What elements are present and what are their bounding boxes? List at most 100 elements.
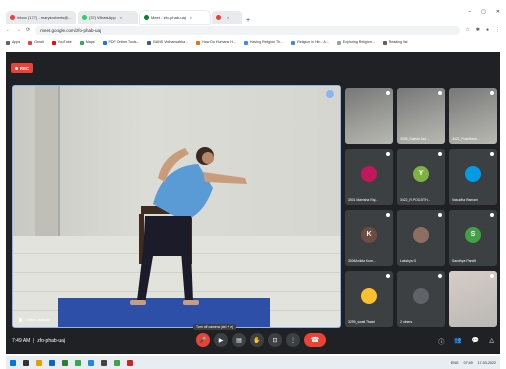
taskbar-app-icon[interactable] [75,359,81,366]
participant-tile[interactable]: 3299_swati Tiwari [345,271,393,327]
participant-tile[interactable]: Vasudha Ramani [449,149,497,205]
tab-close-icon[interactable]: × [227,15,229,20]
reload-icon[interactable]: ⟳ [26,27,30,33]
bookmark-item[interactable]: Apps [6,40,20,45]
new-tab-button[interactable]: + [246,17,250,24]
bookmark-item[interactable]: Maps [79,40,95,45]
bookmark-item[interactable]: Religion in Hin - A... [291,40,329,45]
bookmark-icon [291,40,296,45]
bookmark-item[interactable]: Gmail [28,40,44,45]
more-options-icon[interactable] [326,90,334,98]
minimize-button[interactable]: – [468,9,471,15]
close-button[interactable]: ✕ [496,9,500,15]
muted-mic-icon [490,91,494,95]
bookmark-icon [28,40,33,45]
url-field[interactable]: meet.google.com/zfo-phab-uaj [35,25,461,35]
tab-favicon-icon [82,15,87,20]
raise-hand-button[interactable]: ✋ [250,333,264,347]
recording-badge: REC [11,63,33,73]
participant-name: 3299_swati Tiwari [348,320,375,324]
others-avatar [413,287,429,304]
taskbar-app-icon[interactable] [114,359,120,366]
muted-mic-icon [386,274,390,278]
browser-tab[interactable]: Inbox (177) - marykroberts@... × [6,11,76,24]
participant-avatar [413,226,429,243]
participant-tile[interactable]: 3305_Sakshi Jad... [397,88,445,144]
mic-toggle-button[interactable]: 🎤 [196,333,210,347]
maximize-button[interactable]: ▢ [481,9,486,15]
main-video[interactable]: Chitra Jadhav [12,85,341,328]
browser-tab[interactable]: (37) WhatsApp × [78,11,138,24]
taskbar-app-icon[interactable] [62,359,68,366]
participant-avatar: S [465,226,481,243]
more-options-button[interactable]: ⋮ [286,333,300,347]
tab-close-icon[interactable]: × [190,15,192,20]
participant-tile[interactable]: S Sandhya Pandit [449,210,497,266]
profile-icon[interactable]: ● [486,27,489,33]
bookmark-icon [79,40,84,45]
taskbar-app-icon[interactable] [49,359,55,366]
end-call-button[interactable]: ☎ [304,333,326,347]
participant-tile[interactable]: 2 others [397,271,445,327]
participant-name: Sandhya Pandit [452,259,476,263]
participant-tile[interactable]: Y 3422_R.POOJITH... [397,149,445,205]
browser-tab[interactable]: Meet - zfo-phab-uaj × [140,11,210,24]
menu-icon[interactable]: ⋮ [495,27,500,33]
meet-window: REC Chitra Jadhav 3305_Sakshi Jad... 342… [6,52,500,354]
participant-avatar: Y [413,165,429,182]
meeting-controls-bar: 7:49 AM | zfo-phab-uaj Turn off camera (… [6,324,500,354]
forward-icon[interactable]: → [16,27,21,33]
system-tray: ENG 07:49 17-03-2022 [450,360,496,365]
participant-name: Lakshya G [400,259,417,263]
participant-tile[interactable]: K 3006Ankita Kum... [345,210,393,266]
participant-grid: 3305_Sakshi Jad... 3422_Rushikesh... 3001 … [345,88,497,328]
bookmark-item[interactable]: Reading list [382,40,408,45]
bookmark-icon [6,40,10,45]
taskbar-app-icon[interactable] [88,359,94,366]
taskbar-app-icon[interactable] [23,359,29,366]
call-controls: 🎤 ▶ ▤ ✋ ⊡ ⋮ ☎ [196,333,326,347]
taskbar-app-icon[interactable] [127,359,133,366]
instructor-figure [130,147,247,305]
camera-toggle-button[interactable]: ▶ [214,333,228,347]
info-icon[interactable]: ⓘ [438,337,444,346]
browser-tab[interactable]: × [212,11,242,24]
tab-favicon-icon [144,15,149,20]
tab-favicon-icon [216,15,221,20]
bookmark-item[interactable]: Having Religion Th... [243,40,283,45]
bookmark-icon [51,40,56,45]
bookmark-item[interactable]: Exploring Religion... [336,40,375,45]
participant-name: Vasudha Ramani [452,198,478,202]
present-button[interactable]: ⊡ [268,333,282,347]
participant-avatar [361,165,377,182]
people-icon[interactable]: 👥 [454,337,461,346]
chat-icon[interactable]: 💬 [472,337,479,346]
tab-close-icon[interactable]: × [120,15,122,20]
muted-mic-icon [386,91,390,95]
taskbar-app-icon[interactable] [10,359,16,366]
back-icon[interactable]: ← [6,27,11,33]
muted-mic-icon [438,274,442,278]
participant-avatar [465,165,481,182]
participant-tile[interactable] [449,271,497,327]
bookmark-item[interactable]: How Do Humans H... [196,40,236,45]
participant-tile[interactable]: 3422_Rushikesh... [449,88,497,144]
participant-name: 3305_Sakshi Jad... [400,137,429,141]
participant-tile[interactable]: Lakshya G [397,210,445,266]
bookmark-item[interactable]: YouTube [51,40,72,45]
extensions-icon[interactable]: ✱ [476,27,480,33]
bookmark-item[interactable]: BANS Vidhansabha... [147,40,188,45]
captions-button[interactable]: ▤ [232,333,246,347]
taskbar-app-icon[interactable] [101,359,107,366]
activities-icon[interactable]: △ [489,337,494,346]
bookmark-item[interactable]: PDF Online Tools... [102,40,139,45]
camera-tooltip: Turn off camera (ctrl + e) [193,324,237,330]
muted-mic-icon [438,213,442,217]
bookmark-icon [147,40,152,45]
star-icon[interactable]: ☆ [465,27,469,33]
bookmark-icon [336,40,341,45]
participant-tile[interactable] [345,88,393,144]
tab-label: Meet - zfo-phab-uaj [151,15,186,20]
participant-tile[interactable]: 3001 Manisha Raj... [345,149,393,205]
taskbar-app-icon[interactable] [36,359,42,366]
